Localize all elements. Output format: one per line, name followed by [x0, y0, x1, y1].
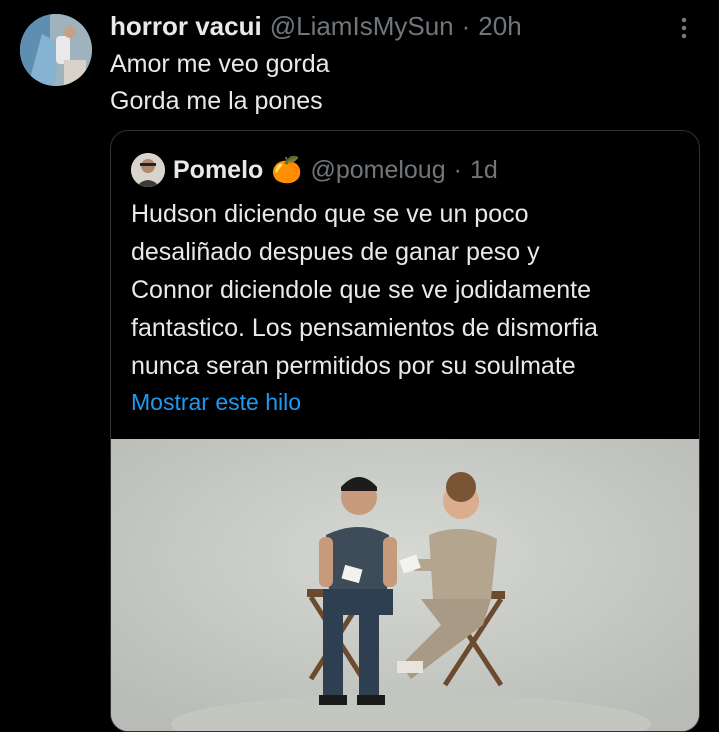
profile-photo-icon — [131, 153, 165, 187]
quoted-tweet-text: Hudson diciendo que se ve un poco desali… — [131, 195, 691, 385]
profile-photo-icon — [20, 14, 92, 86]
more-vertical-icon — [681, 17, 687, 39]
show-thread-link[interactable]: Mostrar este hilo — [131, 389, 301, 416]
tweet-text-line: Amor me veo gorda — [110, 50, 330, 78]
more-options-button[interactable] — [672, 16, 696, 40]
tweet-text-line: Gorda me la pones — [110, 87, 323, 115]
photo-two-men-in-directors-chairs-icon — [111, 439, 699, 731]
tweet-text: Amor me veo gorda Gorda me la pones — [110, 46, 699, 120]
orange-emoji-icon: 🍊 — [271, 155, 303, 184]
quoted-text-line: Hudson diciendo que se ve un poco — [131, 200, 529, 228]
quoted-text-line: nunca seran permitidos por su soulmate — [131, 352, 576, 380]
quoted-tweet-card[interactable]: Pomelo 🍊 @pomeloug · 1d Hudson diciendo … — [110, 130, 700, 732]
author-avatar[interactable] — [20, 14, 92, 86]
quoted-tweet-header: Pomelo 🍊 @pomeloug · 1d — [131, 153, 498, 187]
tweet-timestamp[interactable]: 20h — [478, 11, 521, 42]
tweet-header: horror vacui @LiamIsMySun · 20h — [110, 10, 669, 42]
quoted-author-display-name[interactable]: Pomelo — [173, 156, 263, 185]
separator-dot: · — [461, 10, 471, 41]
author-display-name[interactable]: horror vacui — [110, 11, 262, 42]
quoted-tweet-media[interactable] — [111, 439, 699, 731]
quoted-text-line: fantastico. Los pensamientos de dismorfi… — [131, 314, 598, 342]
quoted-author-avatar[interactable] — [131, 153, 165, 187]
quoted-text-line: desaliñado despues de ganar peso y — [131, 238, 540, 266]
quoted-tweet-timestamp[interactable]: 1d — [470, 156, 498, 185]
separator-dot: · — [453, 155, 462, 184]
quoted-author-handle[interactable]: @pomeloug — [310, 156, 445, 185]
author-handle[interactable]: @LiamIsMySun — [270, 11, 454, 42]
quoted-text-line: Connor diciendole que se ve jodidamente — [131, 276, 592, 304]
